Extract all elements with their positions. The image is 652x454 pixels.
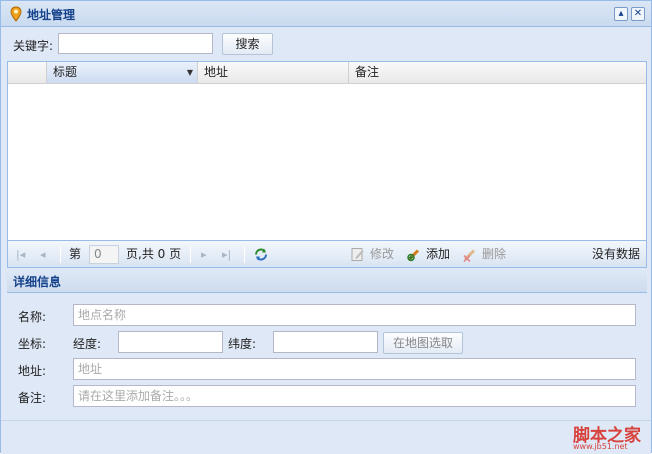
pick-on-map-button[interactable]: 在地图选取 — [383, 332, 463, 354]
column-header-address[interactable]: 地址 — [198, 62, 349, 83]
latitude-field[interactable] — [273, 331, 378, 353]
close-icon[interactable]: ✕ — [631, 7, 645, 21]
refresh-icon[interactable] — [253, 246, 269, 263]
longitude-field[interactable] — [118, 331, 223, 353]
column-header-note[interactable]: 备注 — [349, 62, 646, 83]
grid-body[interactable] — [8, 84, 646, 241]
delete-icon — [463, 249, 476, 263]
note-field[interactable]: 请在这里添加备注。。。 — [73, 385, 636, 407]
address-label: 地址: — [18, 364, 47, 378]
separator — [60, 246, 61, 263]
window-title: 地址管理 — [27, 8, 76, 22]
separator — [190, 246, 191, 263]
add-button[interactable]: 添加 — [426, 246, 450, 263]
details-panel-header[interactable]: 详细信息 — [7, 269, 647, 293]
details-title: 详细信息 — [13, 275, 62, 289]
column-header-title[interactable]: 标题 ▼ — [47, 62, 198, 83]
coord-label: 坐标: — [18, 337, 47, 351]
address-grid: 标题 ▼ 地址 备注 |◂ ◂ 第 0 页,共 0 页 ▸ ▸| 修改 添加 删… — [7, 61, 647, 268]
separator — [244, 246, 245, 263]
collapse-icon[interactable]: ▴ — [614, 7, 628, 21]
search-input[interactable] — [58, 33, 213, 54]
page-suffix: 页,共 0 页 — [126, 247, 182, 261]
grid-header: 标题 ▼ 地址 备注 — [8, 62, 646, 84]
page-number-input[interactable]: 0 — [89, 245, 119, 264]
column-title-label: 标题 — [53, 65, 78, 79]
edit-icon — [351, 248, 364, 261]
delete-button[interactable]: 删除 — [482, 246, 506, 263]
edit-button[interactable]: 修改 — [370, 246, 394, 263]
note-label: 备注: — [18, 391, 47, 405]
prev-page-icon[interactable]: ◂ — [40, 246, 46, 263]
window-footer — [1, 420, 651, 454]
address-field[interactable]: 地址 — [73, 358, 636, 380]
last-page-icon[interactable]: ▸| — [222, 246, 231, 263]
longitude-label: 经度: — [73, 337, 102, 351]
paging-toolbar: |◂ ◂ 第 0 页,共 0 页 ▸ ▸| 修改 添加 删除 没有数据 — [8, 240, 646, 267]
latitude-label: 纬度: — [228, 337, 257, 351]
search-row: 关键字: 搜索 — [1, 29, 651, 59]
next-page-icon[interactable]: ▸ — [201, 246, 207, 263]
watermark-url: www.jb51.net — [573, 442, 628, 451]
add-icon — [407, 249, 420, 262]
row-number-column — [8, 62, 47, 83]
pager-status: 没有数据 — [592, 247, 641, 261]
title-bar: 地址管理 ▴ ✕ — [1, 1, 651, 27]
name-field[interactable]: 地点名称 — [73, 304, 636, 326]
name-label: 名称: — [18, 310, 47, 324]
details-form: 名称: 地点名称 坐标: 经度: 纬度: 在地图选取 地址: 地址 备注: 请在… — [7, 293, 647, 418]
first-page-icon[interactable]: |◂ — [16, 246, 25, 263]
address-manager-window: 地址管理 ▴ ✕ 关键字: 搜索 标题 ▼ 地址 备注 |◂ ◂ 第 0 页,共… — [0, 0, 652, 454]
column-menu-icon[interactable]: ▼ — [187, 62, 193, 83]
location-pin-icon — [10, 6, 22, 22]
page-prefix: 第 — [69, 247, 82, 261]
search-label: 关键字: — [13, 39, 54, 53]
search-button[interactable]: 搜索 — [222, 33, 273, 55]
